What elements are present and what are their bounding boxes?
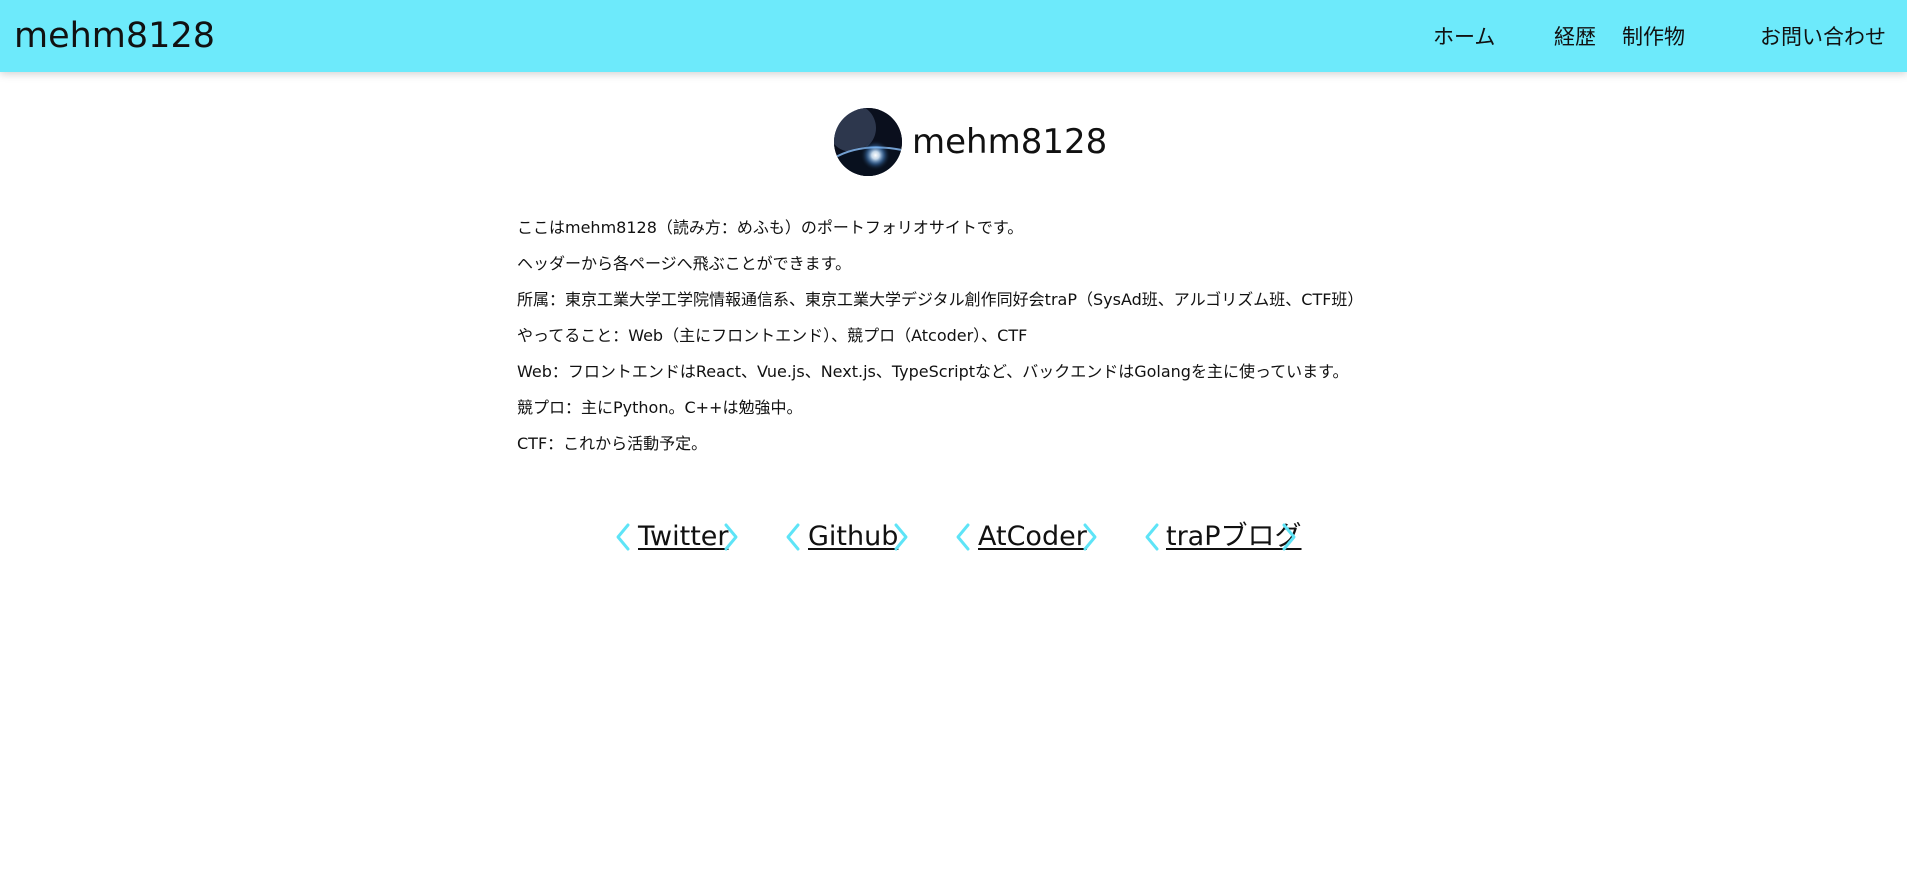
intro-line: Web：フロントエンドはReact、Vue.js、Next.js、TypeScr… xyxy=(517,362,1349,381)
intro-line: ここはmehm8128（読み方：めふも）のポートフォリオサイトです。 xyxy=(517,218,1024,237)
intro-line: CTF：これから活動予定。 xyxy=(517,434,708,453)
chevron-right-icon xyxy=(723,522,739,552)
nav-item-career[interactable]: 経歴 xyxy=(1554,24,1596,50)
chevron-left-icon xyxy=(1144,522,1160,552)
chevron-right-icon xyxy=(1281,522,1297,552)
intro-line: やってること：Web（主にフロントエンド）、競プロ（Atcoder）、CTF xyxy=(517,326,1028,345)
site-header: mehm8128 ホーム 経歴 制作物 お問い合わせ xyxy=(0,0,1907,72)
intro-line: 競プロ：主にPython。C++は勉強中。 xyxy=(517,398,803,417)
nav-item-works[interactable]: 制作物 xyxy=(1622,24,1685,50)
chevron-left-icon xyxy=(785,522,801,552)
intro-line: ヘッダーから各ページへ飛ぶことができます。 xyxy=(517,254,852,273)
social-links: Twitter Github AtCoder traPブログ xyxy=(0,518,1907,558)
profile-name: mehm8128 xyxy=(912,122,1108,162)
nav-item-contact[interactable]: お問い合わせ xyxy=(1760,24,1886,50)
site-title[interactable]: mehm8128 xyxy=(14,16,215,56)
chevron-right-icon xyxy=(893,522,909,552)
github-link[interactable]: Github xyxy=(808,520,898,554)
twitter-link[interactable]: Twitter xyxy=(638,520,729,554)
intro-text: ここはmehm8128（読み方：めふも）のポートフォリオサイトです。 ヘッダーか… xyxy=(517,218,1417,470)
atcoder-link[interactable]: AtCoder xyxy=(978,520,1087,554)
intro-line: 所属：東京工業大学工学院情報通信系、東京工業大学デジタル創作同好会traP（Sy… xyxy=(517,290,1364,309)
chevron-left-icon xyxy=(615,522,631,552)
earth-avatar xyxy=(834,108,902,176)
nav-item-home[interactable]: ホーム xyxy=(1433,24,1495,50)
chevron-right-icon xyxy=(1082,522,1098,552)
chevron-left-icon xyxy=(955,522,971,552)
